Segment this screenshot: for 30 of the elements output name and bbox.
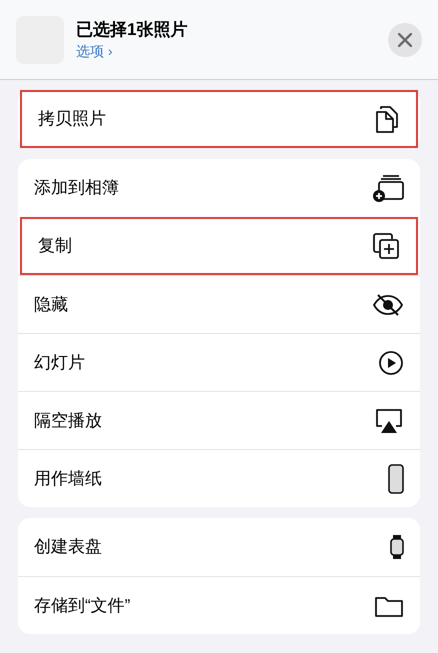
action-row[interactable]: 存储到“文件” (18, 576, 420, 634)
action-row[interactable]: 隐藏 (18, 275, 420, 333)
close-button[interactable] (388, 22, 422, 56)
eye-slash-icon (372, 292, 404, 316)
action-label: 隐藏 (34, 294, 68, 316)
phone-icon (388, 464, 404, 494)
documents-icon (374, 104, 400, 134)
action-label: 创建表盘 (34, 536, 102, 558)
action-label: 用作墙纸 (34, 468, 102, 490)
action-row[interactable]: 幻灯片 (18, 333, 420, 391)
action-row[interactable]: 创建表盘 (18, 518, 420, 576)
action-label: 复制 (38, 235, 72, 258)
action-label: 拷贝照片 (38, 108, 106, 130)
airplay-icon (374, 406, 404, 434)
action-row[interactable]: 拷贝照片 (20, 90, 418, 148)
action-row[interactable]: 用作墙纸 (18, 449, 420, 507)
duplicate-icon (372, 232, 400, 260)
selection-title: 已选择1张照片 (76, 18, 188, 40)
action-label: 添加到相簿 (34, 177, 119, 200)
options-link[interactable]: 选项 › (76, 40, 376, 60)
action-row[interactable]: 添加到相簿 (18, 159, 420, 217)
close-icon (398, 32, 412, 46)
action-label: 存储到“文件” (34, 594, 130, 617)
action-row[interactable]: 复制 (20, 217, 418, 275)
action-label: 隔空播放 (34, 410, 102, 432)
action-row[interactable]: 隔空播放 (18, 391, 420, 449)
watch-icon (390, 534, 404, 560)
play-icon (378, 350, 404, 376)
add-album-icon (372, 174, 404, 202)
action-label: 幻灯片 (34, 352, 85, 374)
